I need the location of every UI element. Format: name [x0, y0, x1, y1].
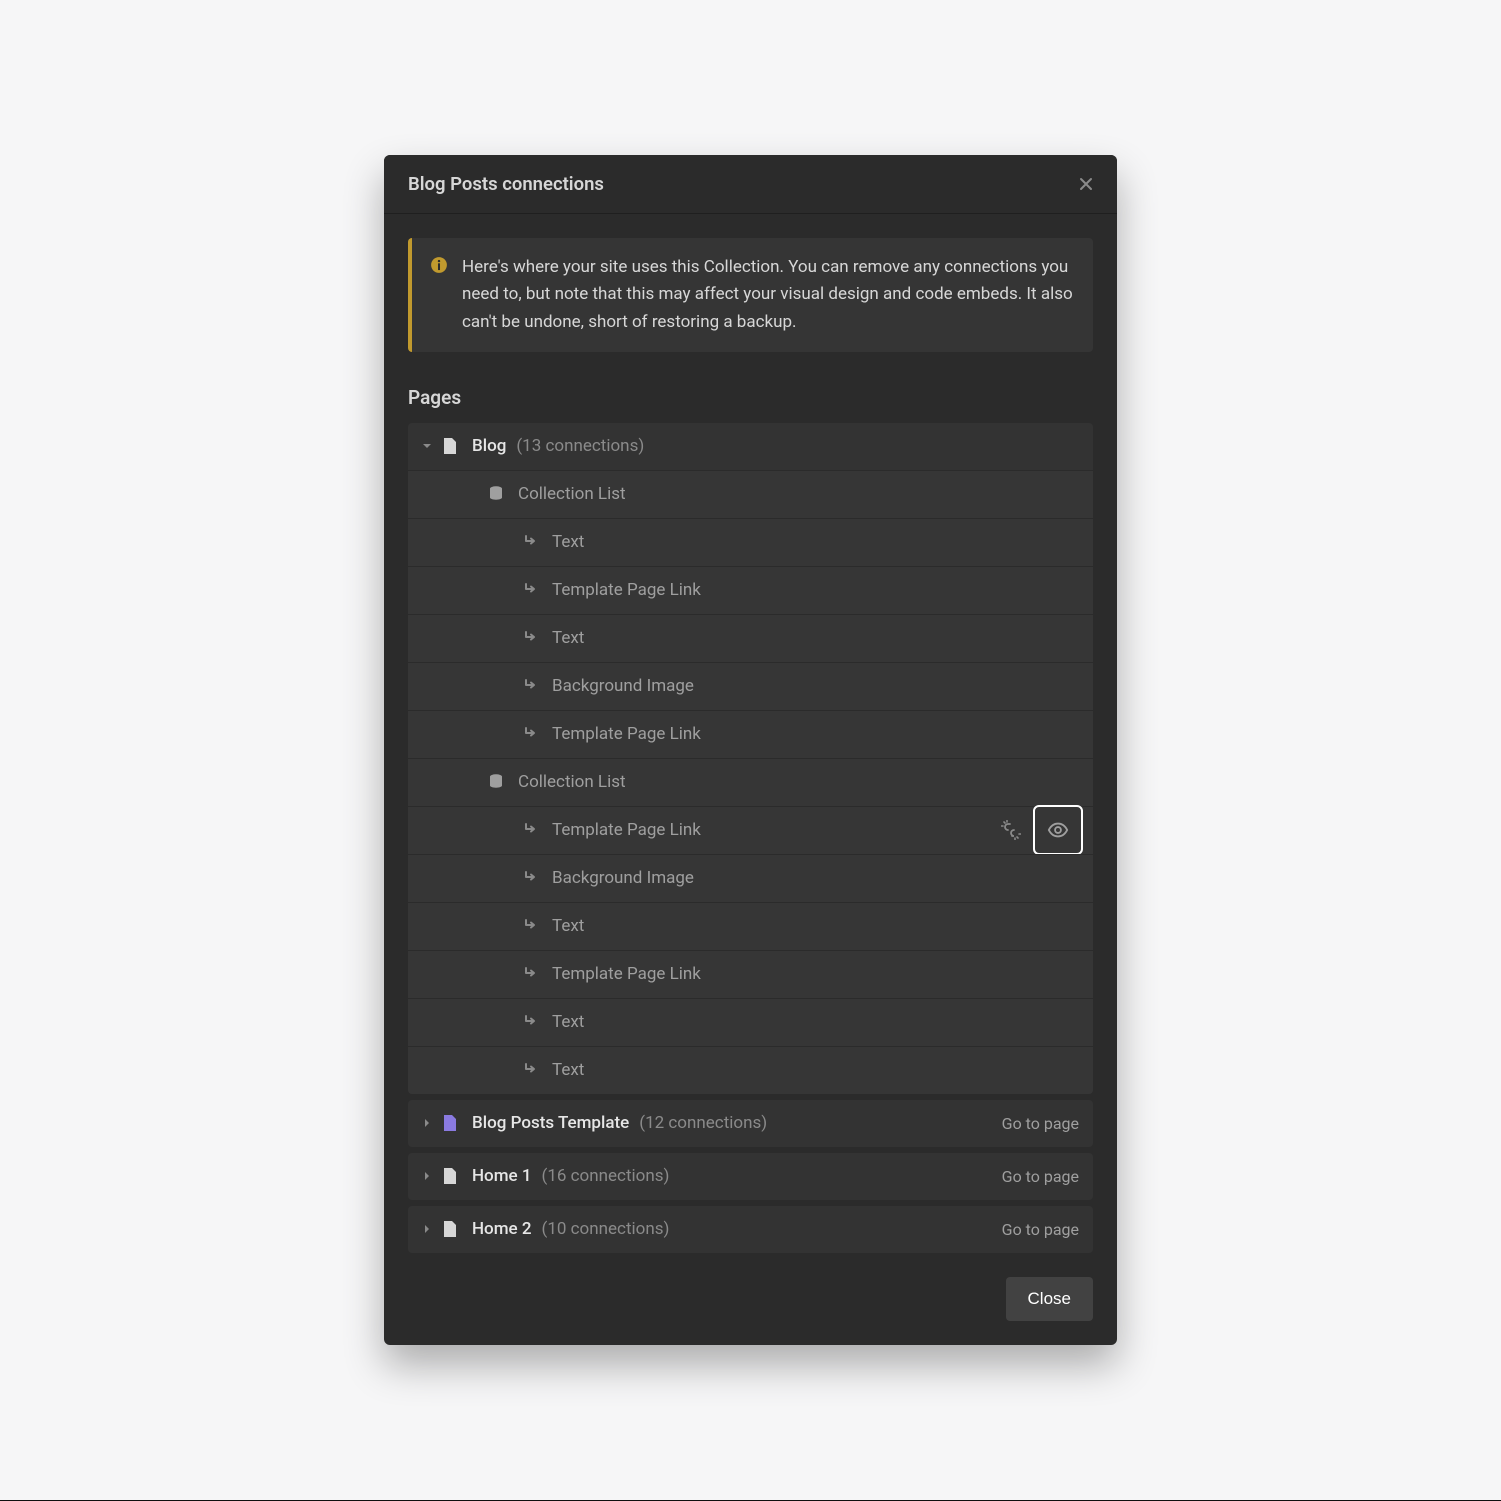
child-label: Text: [552, 1012, 584, 1032]
page-head[interactable]: Home 2 (10 connections) Go to page: [408, 1206, 1093, 1253]
chevron-right-icon[interactable]: [420, 1222, 434, 1236]
page-name: Blog: [472, 436, 506, 456]
panel-header: Blog Posts connections: [384, 155, 1117, 214]
page-name: Blog Posts Template: [472, 1113, 629, 1133]
page-children: Collection List Text Template Page Link Tex…: [408, 470, 1093, 1094]
binding-row[interactable]: Background Image: [408, 662, 1093, 710]
child-label: Text: [552, 916, 584, 936]
binding-row[interactable]: Text: [408, 1046, 1093, 1094]
binding-arrow-icon: [522, 821, 540, 839]
database-icon: [488, 485, 506, 503]
preview-icon[interactable]: [1033, 805, 1083, 855]
page-name: Home 1: [472, 1166, 532, 1186]
info-icon: [430, 256, 448, 274]
page-row: Blog Posts Template (12 connections) Go to…: [408, 1100, 1093, 1147]
database-icon: [488, 773, 506, 791]
close-button[interactable]: Close: [1006, 1277, 1093, 1321]
binding-arrow-icon: [522, 725, 540, 743]
page-head[interactable]: Blog Posts Template (12 connections) Go to…: [408, 1100, 1093, 1147]
child-label: Template Page Link: [552, 724, 701, 744]
page-row: Home 2 (10 connections) Go to page: [408, 1206, 1093, 1253]
binding-arrow-icon: [522, 965, 540, 983]
chevron-down-icon[interactable]: [420, 439, 434, 453]
child-label: Template Page Link: [552, 964, 701, 984]
page-row: Home 1 (16 connections) Go to page: [408, 1153, 1093, 1200]
binding-arrow-icon: [522, 869, 540, 887]
info-banner: Here's where your site uses this Collect…: [408, 238, 1093, 352]
page-name: Home 2: [472, 1219, 532, 1239]
page-icon: [442, 1167, 460, 1185]
binding-arrow-icon: [522, 1061, 540, 1079]
binding-row[interactable]: Background Image: [408, 854, 1093, 902]
page-connection-count: (16 connections): [542, 1166, 670, 1186]
collection-list-row[interactable]: Collection List: [408, 470, 1093, 518]
panel-title: Blog Posts connections: [408, 173, 604, 195]
page-connection-count: (13 connections): [516, 436, 644, 456]
chevron-right-icon[interactable]: [420, 1116, 434, 1130]
collection-list-row[interactable]: Collection List: [408, 758, 1093, 806]
pages-tree: Blog (13 connections) Collection List Text T…: [408, 423, 1093, 1253]
child-label: Background Image: [552, 868, 694, 888]
page-icon: [442, 1114, 460, 1132]
binding-arrow-icon: [522, 677, 540, 695]
section-title-pages: Pages: [408, 386, 1093, 409]
child-label: Background Image: [552, 676, 694, 696]
binding-arrow-icon: [522, 581, 540, 599]
binding-arrow-icon: [522, 917, 540, 935]
page-head[interactable]: Blog (13 connections): [408, 423, 1093, 470]
binding-row[interactable]: Template Page Link: [408, 566, 1093, 614]
page-icon: [442, 1220, 460, 1238]
binding-arrow-icon: [522, 533, 540, 551]
panel-body: Here's where your site uses this Collect…: [384, 214, 1117, 1345]
row-actions: [999, 805, 1083, 855]
binding-row[interactable]: Template Page Link: [408, 710, 1093, 758]
chevron-right-icon[interactable]: [420, 1169, 434, 1183]
binding-row[interactable]: Template Page Link: [408, 950, 1093, 998]
child-label: Text: [552, 1060, 584, 1080]
panel-footer: Close: [408, 1277, 1093, 1321]
binding-row[interactable]: Text: [408, 998, 1093, 1046]
page-row: Blog (13 connections) Collection List Text T…: [408, 423, 1093, 1094]
child-label: Template Page Link: [552, 580, 701, 600]
connections-panel: Blog Posts connections Here's where your…: [384, 155, 1117, 1345]
go-to-page-link[interactable]: Go to page: [1002, 1114, 1081, 1133]
binding-row[interactable]: Template Page Link: [408, 806, 1093, 854]
close-icon[interactable]: [1077, 175, 1095, 193]
child-label: Text: [552, 532, 584, 552]
page-head[interactable]: Home 1 (16 connections) Go to page: [408, 1153, 1093, 1200]
child-label: Collection List: [518, 484, 626, 504]
unlink-icon[interactable]: [999, 818, 1023, 842]
child-label: Collection List: [518, 772, 626, 792]
binding-arrow-icon: [522, 1013, 540, 1031]
binding-arrow-icon: [522, 629, 540, 647]
info-text: Here's where your site uses this Collect…: [462, 254, 1075, 336]
binding-row[interactable]: Text: [408, 614, 1093, 662]
binding-row[interactable]: Text: [408, 902, 1093, 950]
go-to-page-link[interactable]: Go to page: [1002, 1220, 1081, 1239]
page-connection-count: (12 connections): [639, 1113, 767, 1133]
child-label: Text: [552, 628, 584, 648]
page-icon: [442, 437, 460, 455]
go-to-page-link[interactable]: Go to page: [1002, 1167, 1081, 1186]
page-connection-count: (10 connections): [542, 1219, 670, 1239]
binding-row[interactable]: Text: [408, 518, 1093, 566]
child-label: Template Page Link: [552, 820, 701, 840]
